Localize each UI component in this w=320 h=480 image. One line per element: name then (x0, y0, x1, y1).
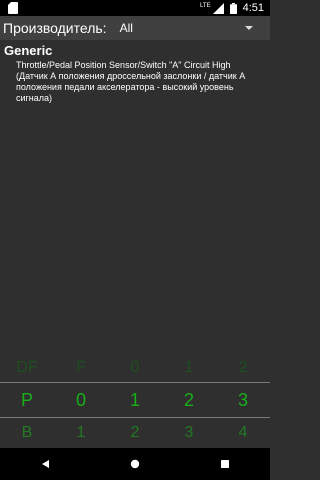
picker-cell-selected[interactable]: 0 (54, 390, 108, 411)
code-details: Generic Throttle/Pedal Position Sensor/S… (0, 40, 270, 104)
picker-cell-below[interactable]: 1 (54, 424, 108, 442)
picker-row-below: B 1 2 3 4 (0, 418, 270, 448)
picker-cell-above[interactable]: 0 (108, 359, 162, 377)
code-description: Throttle/Pedal Position Sensor/Switch "A… (0, 60, 270, 104)
picker-cell-below[interactable]: B (0, 424, 54, 442)
triangle-down-icon[interactable] (242, 23, 256, 33)
clock: 4:51 (242, 2, 264, 14)
picker-cell-below[interactable]: 3 (162, 424, 216, 442)
manufacturer-value[interactable]: All (120, 21, 242, 35)
recents-icon (221, 460, 229, 468)
picker-cell-selected[interactable]: 2 (162, 390, 216, 411)
picker-cell-selected[interactable]: 3 (216, 390, 270, 411)
battery-icon (229, 2, 237, 14)
home-button[interactable] (127, 456, 143, 472)
signal-icon (212, 2, 224, 14)
navigation-bar (0, 448, 270, 480)
network-type: LTE (200, 3, 211, 9)
status-left (0, 2, 18, 14)
status-bar: LTE 4:51 (0, 0, 270, 16)
recents-button[interactable] (217, 456, 233, 472)
sd-card-icon (8, 2, 18, 14)
picker-cell-above[interactable]: F (54, 359, 108, 377)
picker-cell-below[interactable]: 2 (108, 424, 162, 442)
picker-row-selected: P 0 1 2 3 (0, 382, 270, 418)
picker-cell-selected[interactable]: 1 (108, 390, 162, 411)
status-right: LTE 4:51 (200, 2, 270, 14)
back-icon (42, 460, 49, 468)
code-description-ru: (Датчик А положения дроссельной заслонки… (16, 71, 246, 103)
manufacturer-label: Производитель: (3, 20, 107, 36)
picker-cell-above[interactable]: DF (0, 359, 54, 377)
picker-cell-below[interactable]: 4 (216, 424, 270, 442)
manufacturer-selector[interactable]: Производитель: All (0, 16, 270, 40)
back-button[interactable] (37, 456, 53, 472)
picker-row-above: DF F 0 1 2 (0, 354, 270, 382)
home-icon (130, 459, 140, 469)
picker-cell-selected[interactable]: P (0, 390, 54, 411)
code-description-en: Throttle/Pedal Position Sensor/Switch "A… (16, 60, 231, 70)
picker-cell-above[interactable]: 2 (216, 359, 270, 377)
code-picker[interactable]: DF F 0 1 2 P 0 1 2 3 B 1 2 3 4 (0, 354, 270, 448)
picker-cell-above[interactable]: 1 (162, 359, 216, 377)
code-title: Generic (4, 43, 53, 58)
